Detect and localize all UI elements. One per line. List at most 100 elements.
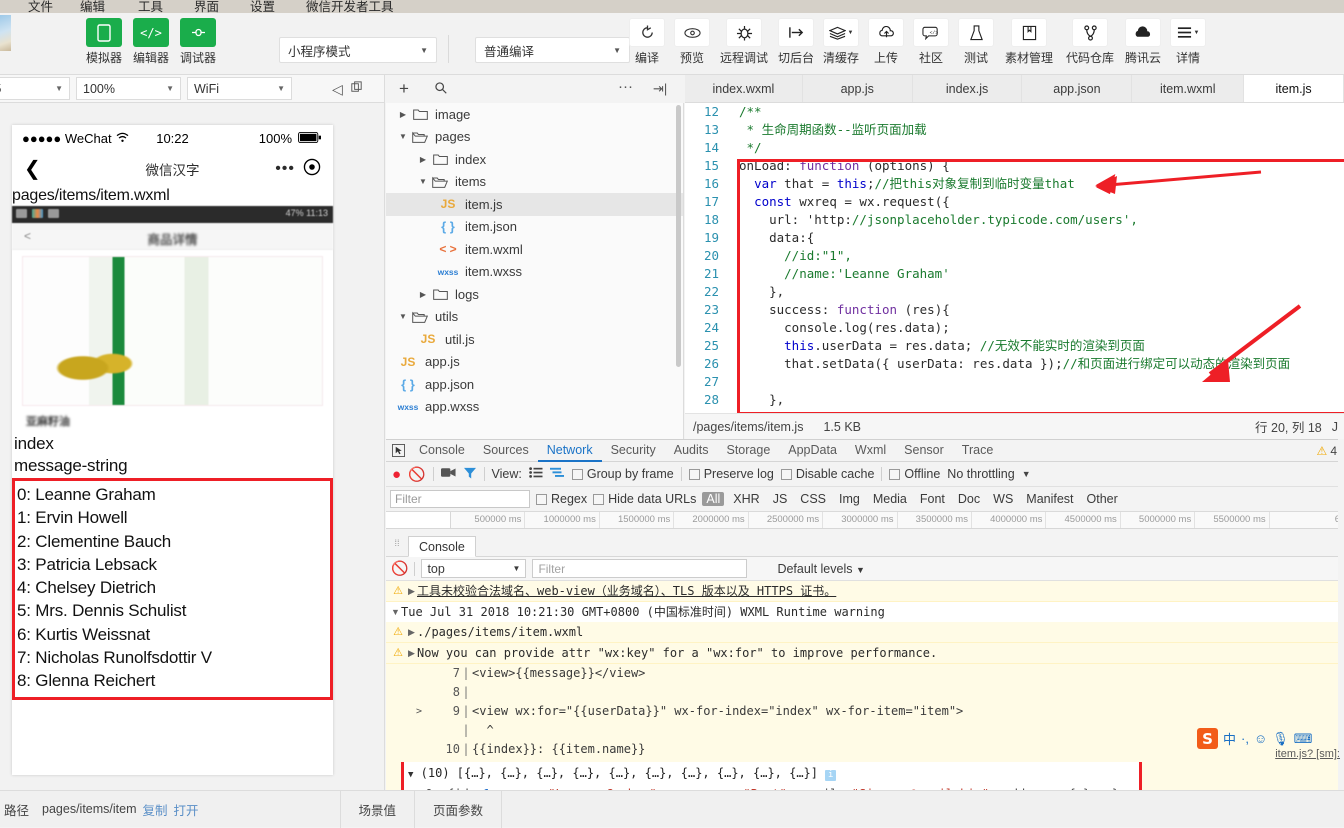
expand-arrow-icon[interactable]: ▶ [406,622,417,642]
toolbar-action-社区[interactable]: </> 社区 [913,18,949,66]
device-select[interactable]: ne 5 ▼ [0,77,70,100]
resource-type-xhr[interactable]: XHR [729,492,763,506]
toolbar-action-切后台[interactable]: 切后台 [778,18,814,66]
editor-tab-index.wxml[interactable]: index.wxml [685,75,803,102]
speaker-icon[interactable]: ◁ [332,81,343,98]
open-path-link[interactable]: 打开 [174,800,199,819]
menu-item-0[interactable]: 文件 [28,0,53,13]
devtools-tab-network[interactable]: Network [537,440,602,462]
chevron-right-icon[interactable]: ▶ [416,155,430,164]
devtools-tab-sources[interactable]: Sources [474,440,538,462]
console-levels-select[interactable]: Default levels ▼ [777,562,864,576]
file-tree-item-image[interactable]: ▶ image [386,103,683,126]
resource-type-manifest[interactable]: Manifest [1022,492,1077,506]
zoom-select[interactable]: 100% ▼ [76,77,181,100]
regex-checkbox[interactable]: Regex [536,492,587,506]
resource-type-all[interactable]: All [702,492,725,506]
list-view-icon[interactable] [529,467,543,481]
editor-tab-item.wxml[interactable]: item.wxml [1132,75,1245,102]
file-tree-scrollbar[interactable] [676,105,681,367]
preserve-log-checkbox[interactable]: Preserve log [688,467,774,481]
search-icon[interactable] [434,81,448,98]
chevron-down-icon[interactable]: ▼ [416,177,430,186]
devtools-tab-wxml[interactable]: Wxml [846,440,895,462]
throttling-value[interactable]: No throttling [947,467,1014,481]
editor-tab-app.json[interactable]: app.json [1022,75,1133,102]
console-source-link[interactable]: item.js? [sm]: [1275,748,1340,760]
resource-type-ws[interactable]: WS [989,492,1017,506]
collapse-arrow-icon[interactable]: ▼ [390,602,401,622]
devtools-tab-sensor[interactable]: Sensor [895,440,953,462]
info-icon[interactable]: i [825,770,837,781]
menu-item-2[interactable]: 工具 [138,0,163,13]
group-by-frame-checkbox[interactable]: Group by frame [571,467,674,481]
network-select[interactable]: WiFi ▼ [187,77,292,100]
chevron-down-icon[interactable]: ▼ [1022,469,1031,479]
menu-item-3[interactable]: 界面 [194,0,219,13]
snippet-arrow[interactable] [412,664,426,683]
file-tree-item-pages[interactable]: ▼ pages [386,126,683,149]
camera-icon[interactable] [440,467,456,481]
ime-mode-button[interactable]: 中 [1223,729,1236,748]
file-tree-item-app.json[interactable]: { } app.json [386,373,683,396]
tab-console-drawer[interactable]: Console [408,535,476,557]
console-filter-input[interactable]: Filter [532,559,748,578]
project-mode-select[interactable]: 小程序模式 ▼ [279,37,437,63]
expand-arrow-icon[interactable]: ▶ [406,643,417,663]
toolbar-action-代码仓库[interactable]: 代码仓库 [1064,18,1116,66]
toolbar-button-2[interactable]: 调试器 [180,18,216,66]
expand-arrow-icon[interactable]: ▶ [406,581,417,601]
menu-item-1[interactable]: 编辑 [80,0,105,13]
snippet-arrow[interactable] [412,740,426,759]
chevron-right-icon[interactable]: ▶ [416,290,430,299]
disable-cache-checkbox[interactable]: Disable cache [780,467,874,481]
file-tree-item-app.js[interactable]: JS app.js [386,351,683,374]
editor-tab-index.js[interactable]: index.js [913,75,1023,102]
copy-path-link[interactable]: 复制 [143,800,168,819]
snippet-arrow[interactable] [412,683,426,702]
rotate-screen-icon[interactable] [349,80,364,98]
console-log-list[interactable]: ⚠ ▶ 工具未校验合法域名、web-view（业务域名）、TLS 版本以及 HTTP… [386,581,1344,791]
file-tree-item-item.wxml[interactable]: < > item.wxml [386,238,683,261]
toolbar-action-素材管理[interactable]: 素材管理 [1003,18,1055,66]
file-tree-item-items[interactable]: ▼ items [386,171,683,194]
resource-type-font[interactable]: Font [916,492,949,506]
devtools-tab-appdata[interactable]: AppData [779,440,846,462]
resource-type-js[interactable]: JS [769,492,792,506]
resource-type-media[interactable]: Media [869,492,911,506]
file-tree-item-logs[interactable]: ▶ logs [386,283,683,306]
sogou-logo-icon[interactable]: S [1197,728,1218,749]
file-tree-item-app.wxss[interactable]: wxss app.wxss [386,396,683,419]
snippet-arrow[interactable]: > [412,702,426,721]
toolbar-action-上传[interactable]: 上传 [868,18,904,66]
toolbar-action-详情[interactable]: ▼ 详情 [1170,18,1206,66]
ellipsis-icon[interactable]: ··· [618,78,633,95]
toolbar-action-清缓存[interactable]: ▼ 清缓存 [823,18,859,66]
no-entry-icon[interactable]: 🚫 [408,466,425,483]
file-tree-item-item.json[interactable]: { } item.json [386,216,683,239]
inspect-element-icon[interactable] [386,444,410,457]
toolbar-action-预览[interactable]: 预览 [674,18,710,66]
compile-mode-select[interactable]: 普通编译 ▼ [475,37,630,63]
ellipsis-circle-icon[interactable]: ••• [275,160,295,178]
devtools-tab-trace[interactable]: Trace [953,440,1003,462]
menu-item-4[interactable]: 设置 [250,0,275,13]
code-editor[interactable]: 12/** 13 * 生命周期函数--监听页面加载 14 */15 onLoad: f… [685,103,1344,413]
toolbar-button-1[interactable]: </> 编辑器 [133,18,169,66]
file-tree-item-util.js[interactable]: JS util.js [386,328,683,351]
target-icon[interactable] [303,158,321,179]
file-tree-item-item.wxss[interactable]: wxss item.wxss [386,261,683,284]
array-header[interactable]: ▼ (10) [{…}, {…}, {…}, {…}, {…}, {…}, {…… [408,764,1139,785]
file-tree-item-utils[interactable]: ▼ utils [386,306,683,329]
console-context-select[interactable]: top ▼ [421,559,527,578]
resource-type-other[interactable]: Other [1083,492,1122,506]
file-tree-item-index[interactable]: ▶ index [386,148,683,171]
waterfall-view-icon[interactable] [549,467,565,481]
menu-item-5[interactable]: 微信开发者工具 [306,0,394,13]
toolbar-button-0[interactable]: 模拟器 [86,18,122,66]
funnel-icon[interactable] [463,467,477,482]
avatar[interactable] [0,15,11,51]
scene-value-button[interactable]: 场景值 [341,791,415,828]
smiley-icon[interactable]: ☺ [1254,731,1267,746]
page-params-button[interactable]: 页面参数 [415,791,501,828]
